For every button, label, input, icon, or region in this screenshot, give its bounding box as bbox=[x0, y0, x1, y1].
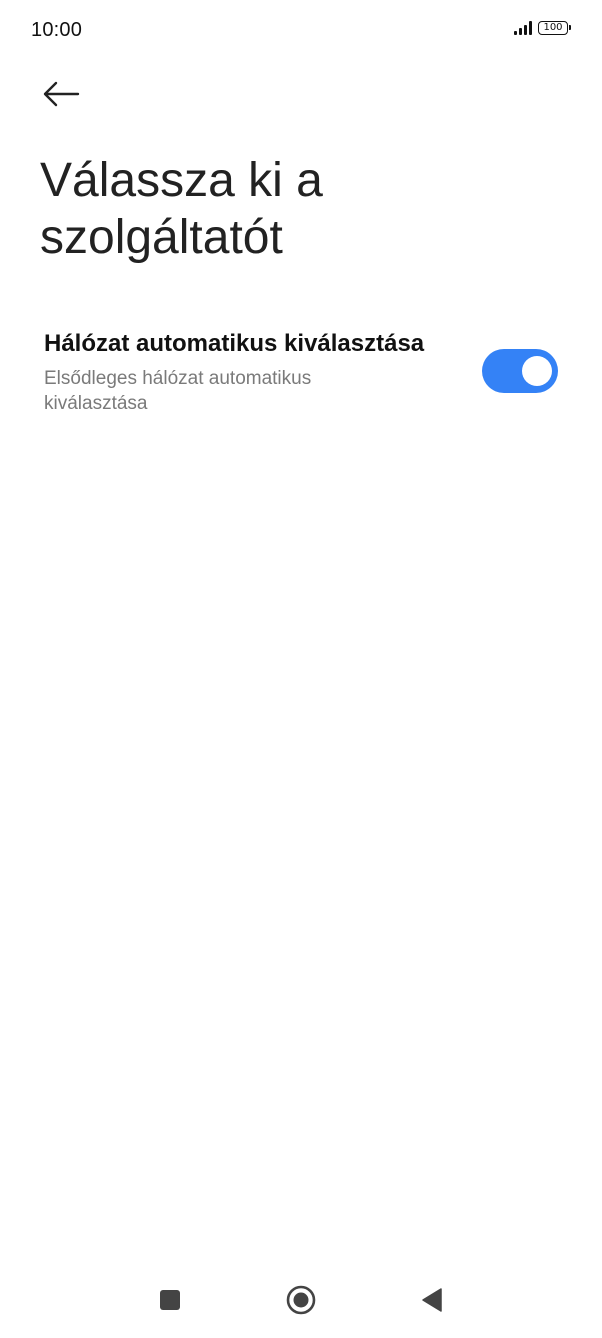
auto-network-toggle[interactable] bbox=[482, 349, 558, 393]
back-button[interactable] bbox=[36, 72, 86, 116]
recents-button[interactable] bbox=[148, 1278, 192, 1322]
triangle-back-icon bbox=[422, 1288, 442, 1312]
status-icons: 100 bbox=[514, 21, 571, 35]
signal-strength-icon bbox=[514, 21, 532, 35]
page-title: Válassza ki a szolgáltatót bbox=[40, 154, 323, 264]
battery-level: 100 bbox=[543, 22, 563, 33]
status-time: 10:00 bbox=[31, 19, 83, 41]
nav-back-button[interactable] bbox=[410, 1278, 454, 1322]
setting-title: Hálózat automatikus kiválasztása bbox=[44, 330, 425, 357]
back-arrow-icon bbox=[43, 81, 80, 107]
battery-icon: 100 bbox=[538, 21, 571, 35]
home-button[interactable] bbox=[279, 1278, 323, 1322]
system-nav-bar bbox=[0, 1258, 602, 1338]
square-recents-icon bbox=[160, 1290, 180, 1310]
toggle-knob bbox=[522, 356, 552, 386]
auto-network-setting-row[interactable]: Hálózat automatikus kiválasztása Elsődle… bbox=[44, 328, 564, 420]
setting-subtitle: Elsődleges hálózat automatikus kiválaszt… bbox=[44, 368, 312, 414]
status-bar: 10:00 100 bbox=[0, 0, 602, 60]
circle-home-icon bbox=[286, 1285, 316, 1315]
